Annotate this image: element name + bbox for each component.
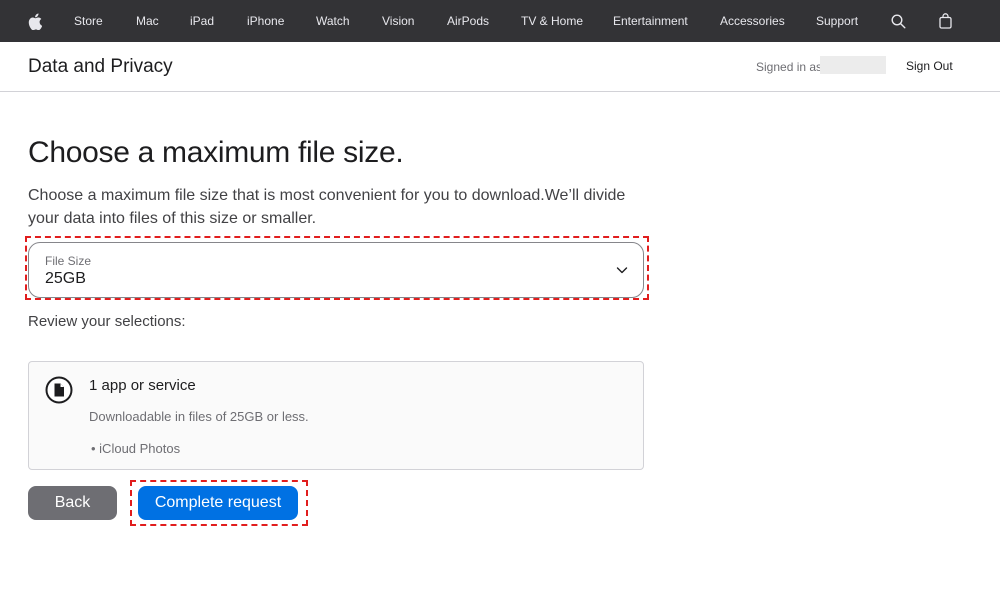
nav-watch[interactable]: Watch <box>316 0 350 42</box>
document-icon <box>45 376 73 404</box>
bag-icon[interactable] <box>935 11 955 31</box>
review-label: Review your selections: <box>28 313 186 330</box>
back-button[interactable]: Back <box>28 486 117 520</box>
nav-accessories[interactable]: Accessories <box>720 0 785 42</box>
nav-store[interactable]: Store <box>74 0 103 42</box>
file-size-label: File Size <box>45 254 92 268</box>
page-heading: Choose a maximum file size. <box>28 136 404 169</box>
list-item: • iCloud Photos <box>91 441 181 456</box>
apple-logo-icon[interactable] <box>25 11 45 31</box>
global-nav: Store Mac iPad iPhone Watch Vision AirPo… <box>0 0 1000 42</box>
nav-vision[interactable]: Vision <box>382 0 414 42</box>
complete-request-button[interactable]: Complete request <box>138 486 298 520</box>
nav-support[interactable]: Support <box>816 0 858 42</box>
nav-iphone[interactable]: iPhone <box>247 0 284 42</box>
selection-title: 1 app or service <box>89 377 196 394</box>
list-item-label: iCloud Photos <box>99 441 181 456</box>
nav-entertainment[interactable]: Entertainment <box>613 0 688 42</box>
sign-out-link[interactable]: Sign Out <box>906 59 953 73</box>
page-description: Choose a maximum file size that is most … <box>28 187 626 227</box>
nav-tv-home[interactable]: TV & Home <box>521 0 583 42</box>
nav-mac[interactable]: Mac <box>136 0 159 42</box>
page-section-title: Data and Privacy <box>28 56 173 77</box>
file-size-select[interactable]: File Size 25GB <box>28 242 644 298</box>
signed-in-label: Signed in as <box>756 60 823 74</box>
nav-ipad[interactable]: iPad <box>190 0 214 42</box>
search-icon[interactable] <box>888 11 908 31</box>
nav-airpods[interactable]: AirPods <box>447 0 489 42</box>
sub-header: Data and Privacy Signed in as Sign Out <box>0 42 1000 92</box>
chevron-down-icon <box>615 263 629 277</box>
redacted-account <box>820 56 886 74</box>
file-size-value: 25GB <box>45 270 86 287</box>
selection-card: 1 app or service Downloadable in files o… <box>28 361 644 470</box>
selection-subtitle: Downloadable in files of 25GB or less. <box>89 409 309 424</box>
